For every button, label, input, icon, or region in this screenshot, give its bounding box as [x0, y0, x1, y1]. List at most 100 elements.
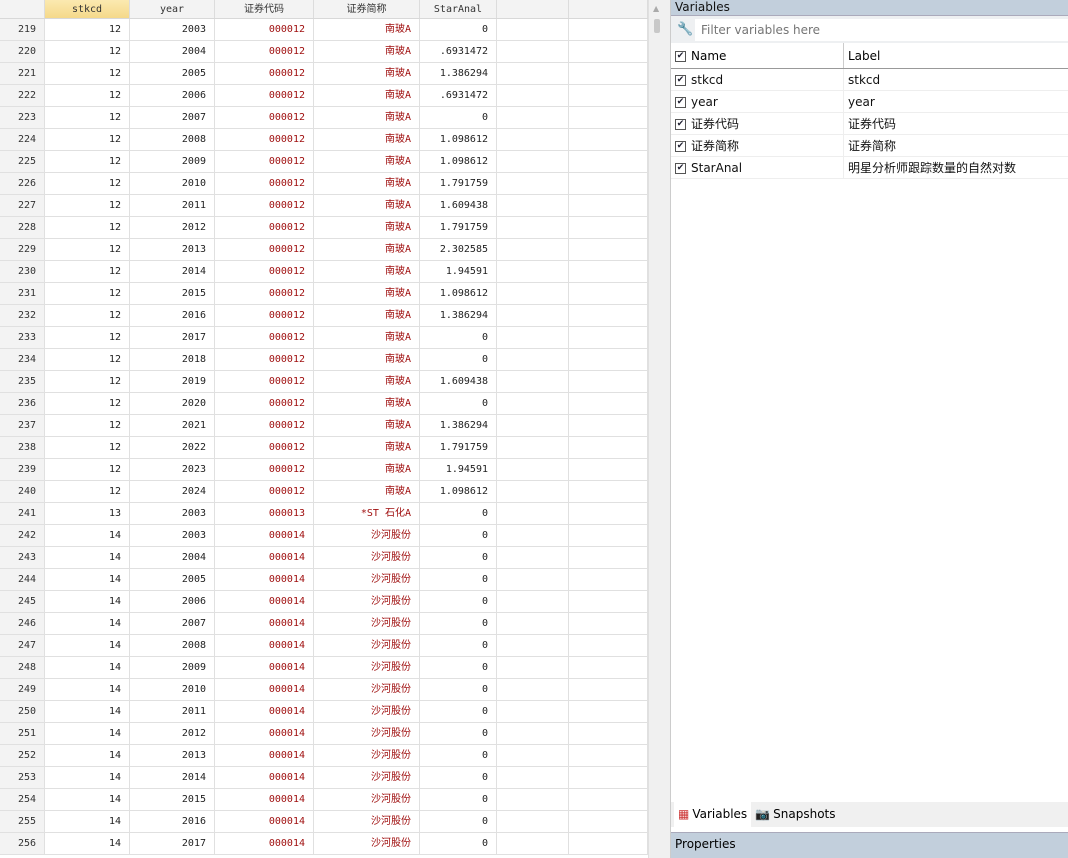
cell[interactable]: [569, 657, 648, 678]
cell[interactable]: 000014: [215, 525, 314, 546]
cell[interactable]: 0: [420, 525, 497, 546]
cell[interactable]: 14: [45, 745, 130, 766]
cell[interactable]: 000012: [215, 217, 314, 238]
row-number[interactable]: 228: [0, 217, 45, 238]
cell[interactable]: 南玻A: [314, 305, 420, 326]
cell[interactable]: 12: [45, 129, 130, 150]
cell[interactable]: 12: [45, 85, 130, 106]
cell[interactable]: 1.098612: [420, 151, 497, 172]
cell[interactable]: 000012: [215, 415, 314, 436]
cell[interactable]: [569, 833, 648, 854]
cell[interactable]: [569, 107, 648, 128]
cell[interactable]: 0: [420, 591, 497, 612]
cell[interactable]: 南玻A: [314, 19, 420, 40]
column-header[interactable]: 证券简称: [314, 0, 420, 18]
row-number[interactable]: 236: [0, 393, 45, 414]
cell[interactable]: [569, 811, 648, 832]
cell[interactable]: 000014: [215, 767, 314, 788]
cell[interactable]: 2012: [130, 723, 215, 744]
cell[interactable]: 0: [420, 745, 497, 766]
cell[interactable]: [497, 85, 569, 106]
cell[interactable]: 0: [420, 547, 497, 568]
cell[interactable]: 2008: [130, 635, 215, 656]
cell[interactable]: 0: [420, 701, 497, 722]
cell[interactable]: [569, 41, 648, 62]
cell[interactable]: [569, 239, 648, 260]
cell[interactable]: [569, 173, 648, 194]
cell[interactable]: [497, 151, 569, 172]
row-number[interactable]: 251: [0, 723, 45, 744]
cell[interactable]: 1.791759: [420, 437, 497, 458]
cell[interactable]: [569, 767, 648, 788]
row-number[interactable]: 230: [0, 261, 45, 282]
cell[interactable]: 2005: [130, 569, 215, 590]
cell[interactable]: [497, 481, 569, 502]
row-number[interactable]: 229: [0, 239, 45, 260]
cell[interactable]: 000012: [215, 393, 314, 414]
cell[interactable]: [497, 173, 569, 194]
column-header[interactable]: stkcd: [45, 0, 130, 18]
cell[interactable]: 0: [420, 833, 497, 854]
variable-row[interactable]: ✔ year year: [671, 91, 1068, 113]
cell[interactable]: 12: [45, 19, 130, 40]
cell[interactable]: 2013: [130, 745, 215, 766]
cell[interactable]: 14: [45, 789, 130, 810]
cell[interactable]: 2009: [130, 151, 215, 172]
cell[interactable]: [497, 415, 569, 436]
cell[interactable]: [569, 569, 648, 590]
cell[interactable]: 2011: [130, 195, 215, 216]
cell[interactable]: 南玻A: [314, 349, 420, 370]
name-column-header[interactable]: ✔ Name: [671, 43, 844, 68]
column-header[interactable]: StarAnal: [420, 0, 497, 18]
cell[interactable]: 南玻A: [314, 239, 420, 260]
cell[interactable]: 南玻A: [314, 415, 420, 436]
cell[interactable]: 沙河股份: [314, 569, 420, 590]
cell[interactable]: 2008: [130, 129, 215, 150]
row-number[interactable]: 246: [0, 613, 45, 634]
variable-checkbox[interactable]: ✔: [675, 97, 686, 108]
cell[interactable]: 12: [45, 63, 130, 84]
cell[interactable]: 000014: [215, 657, 314, 678]
variable-row[interactable]: ✔ 证券简称 证券简称: [671, 135, 1068, 157]
row-number[interactable]: 256: [0, 833, 45, 854]
cell[interactable]: 12: [45, 371, 130, 392]
cell[interactable]: [497, 393, 569, 414]
cell[interactable]: 2017: [130, 327, 215, 348]
cell[interactable]: 14: [45, 657, 130, 678]
cell[interactable]: [497, 723, 569, 744]
scrollbar-thumb[interactable]: [654, 19, 660, 33]
cell[interactable]: 沙河股份: [314, 591, 420, 612]
cell[interactable]: 14: [45, 767, 130, 788]
cell[interactable]: 1.386294: [420, 63, 497, 84]
cell[interactable]: 000012: [215, 151, 314, 172]
cell[interactable]: 沙河股份: [314, 547, 420, 568]
row-number[interactable]: 239: [0, 459, 45, 480]
cell[interactable]: 沙河股份: [314, 789, 420, 810]
cell[interactable]: 0: [420, 393, 497, 414]
cell[interactable]: 000014: [215, 591, 314, 612]
row-number[interactable]: 255: [0, 811, 45, 832]
row-number[interactable]: 220: [0, 41, 45, 62]
cell[interactable]: 0: [420, 723, 497, 744]
row-number[interactable]: 240: [0, 481, 45, 502]
cell[interactable]: [569, 85, 648, 106]
row-number[interactable]: 242: [0, 525, 45, 546]
cell[interactable]: 14: [45, 547, 130, 568]
variable-checkbox[interactable]: ✔: [675, 119, 686, 130]
wrench-icon[interactable]: 🔧: [677, 22, 695, 37]
cell[interactable]: [497, 767, 569, 788]
cell[interactable]: 2006: [130, 591, 215, 612]
cell[interactable]: [497, 217, 569, 238]
cell[interactable]: 000014: [215, 723, 314, 744]
cell[interactable]: 南玻A: [314, 41, 420, 62]
cell[interactable]: [497, 437, 569, 458]
cell[interactable]: 2024: [130, 481, 215, 502]
cell[interactable]: 南玻A: [314, 85, 420, 106]
cell[interactable]: [497, 305, 569, 326]
cell[interactable]: [497, 261, 569, 282]
cell[interactable]: 沙河股份: [314, 833, 420, 854]
cell[interactable]: 2013: [130, 239, 215, 260]
cell[interactable]: 0: [420, 635, 497, 656]
row-number[interactable]: 224: [0, 129, 45, 150]
cell[interactable]: 2.302585: [420, 239, 497, 260]
